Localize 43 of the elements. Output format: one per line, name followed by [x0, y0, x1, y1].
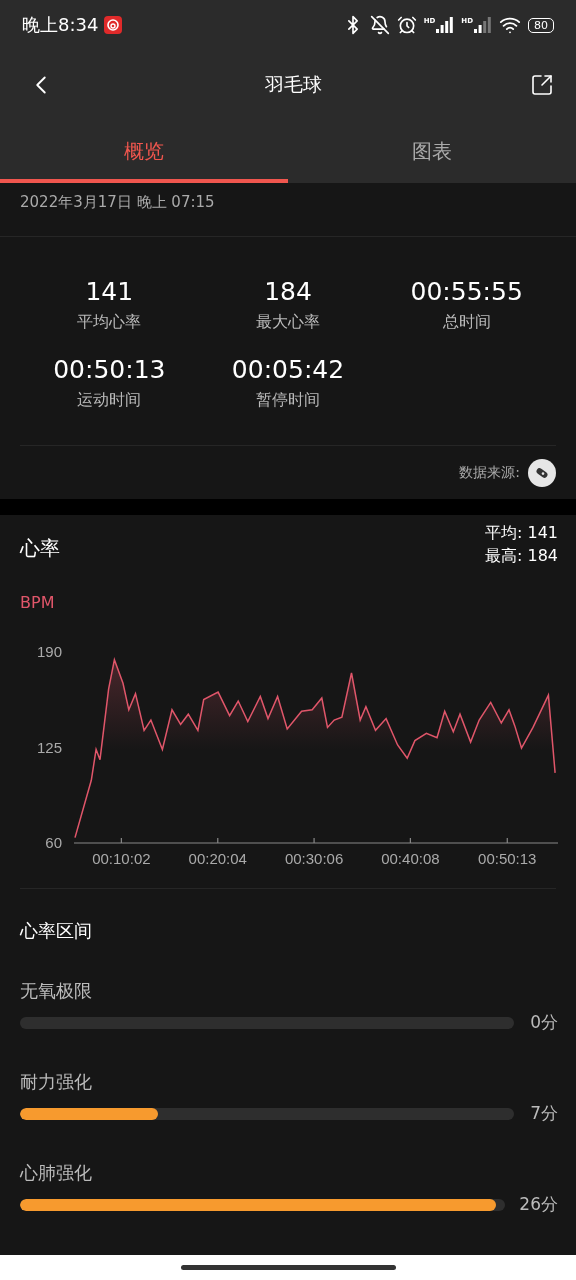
watch-icon[interactable] [528, 459, 556, 487]
stat-value: 184 [264, 277, 312, 306]
signal-icon [436, 17, 455, 33]
y-tick-label: 125 [36, 738, 62, 756]
x-tick-label: 00:40:08 [381, 850, 440, 867]
zone-duration: 7分 [529, 1102, 558, 1125]
battery-level: 80 [528, 17, 554, 33]
page-title: 羽毛球 [264, 72, 322, 97]
x-tick-label: 00:20:04 [188, 850, 247, 867]
app-notification-icon [104, 16, 123, 34]
stat-label: 总时间 [442, 312, 491, 333]
stat-label: 最大心率 [256, 312, 320, 333]
zone-label: 无氧极限 [20, 979, 93, 1003]
signal-icon [474, 17, 492, 33]
stat-value: 00:50:13 [53, 355, 166, 384]
stat-value: 00:55:55 [410, 277, 523, 306]
workout-date: 2022年3月17日 晚上 07:15 [0, 183, 576, 237]
zone-label: 心肺强化 [20, 1161, 93, 1185]
bell-off-icon [369, 15, 390, 35]
y-tick-label: 190 [36, 643, 62, 660]
stat-label: 平均心率 [77, 312, 142, 333]
x-tick-label: 00:50:13 [478, 850, 537, 867]
section-title: 心率 [20, 535, 60, 562]
max-heart-rate: 最高: 184 [485, 546, 558, 567]
status-time: 晚上8:34 [22, 13, 99, 37]
data-source-label: 数据来源: [459, 464, 520, 482]
x-tick-label: 00:10:02 [92, 850, 151, 867]
tab[interactable]: 图表 [288, 120, 576, 183]
alarm-icon [396, 15, 417, 35]
y-tick-label: 60 [45, 834, 62, 851]
stat-value: 141 [85, 277, 134, 306]
axis-unit-label: BPM [19, 592, 56, 612]
section-title: 心率区间 [19, 919, 93, 943]
tab[interactable]: 概览 [0, 120, 288, 183]
zone-duration: 26分 [519, 1193, 558, 1216]
x-tick-label: 00:30:06 [284, 850, 344, 867]
share-icon[interactable] [530, 73, 554, 97]
stat-label: 暂停时间 [256, 390, 320, 411]
average-heart-rate: 平均: 141 [485, 523, 558, 544]
stat-value: 00:05:42 [231, 355, 345, 384]
zone-label: 耐力强化 [20, 1070, 93, 1094]
zone-duration: 0分 [529, 1011, 558, 1034]
stat-label: 运动时间 [77, 390, 142, 411]
